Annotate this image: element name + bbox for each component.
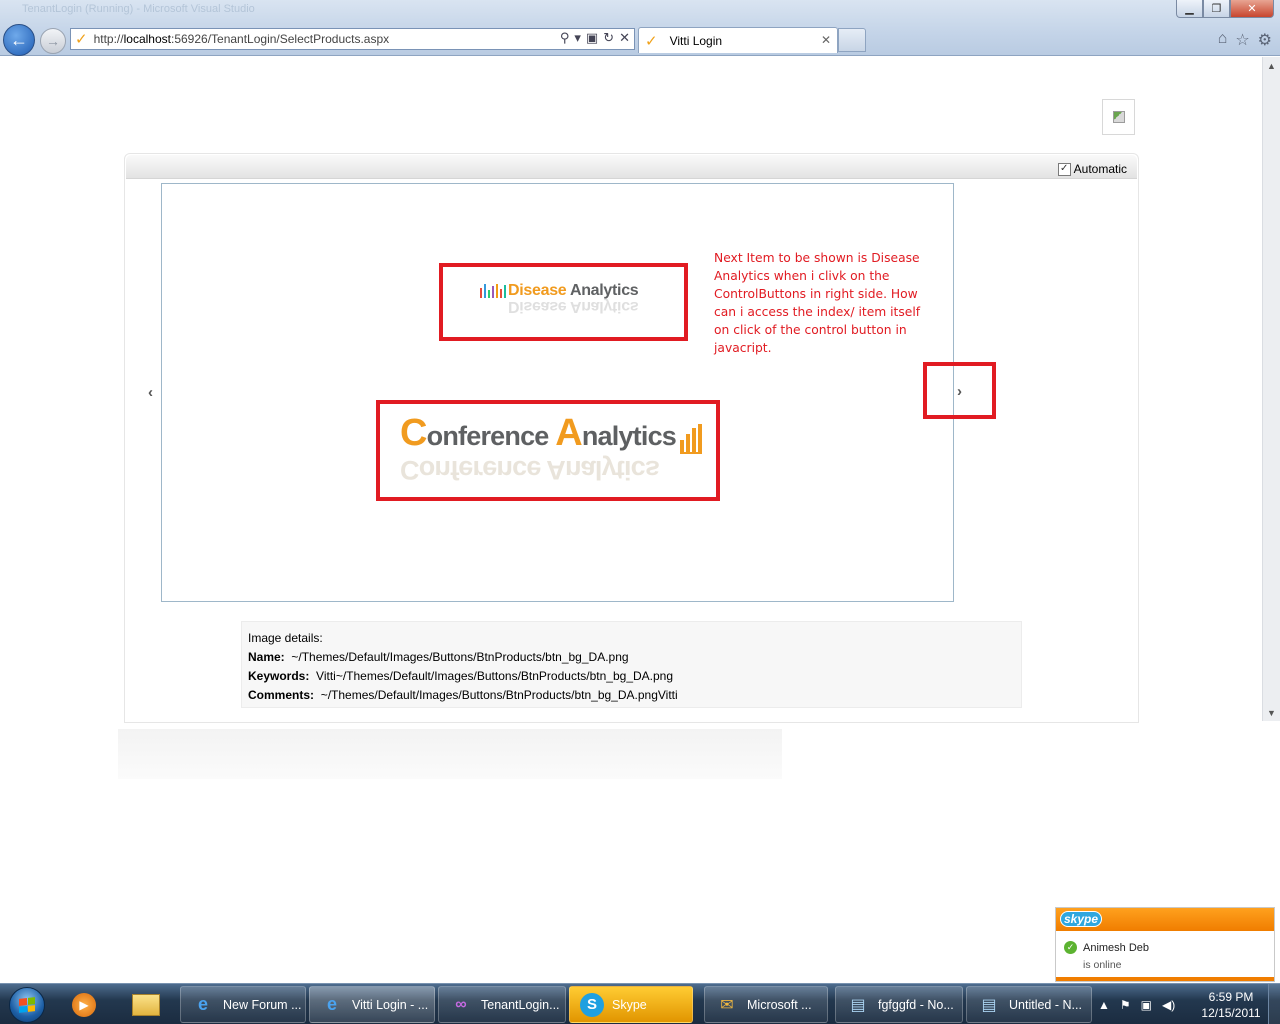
annotation-note: Next Item to be shown is Disease Analyti… xyxy=(714,251,921,355)
new-tab-button[interactable] xyxy=(838,28,866,52)
tab-check-icon: ✓ xyxy=(645,32,658,50)
windows-logo-icon xyxy=(9,987,45,1023)
contact-status: is online xyxy=(1083,959,1122,971)
network-icon[interactable]: ▣ xyxy=(1141,998,1152,1012)
taskbar-item-label: Vitti Login - ... xyxy=(352,997,429,1012)
automatic-checkbox[interactable]: ✓ xyxy=(1057,162,1071,176)
address-tools: ⚲ ▾ ▣ ↻ ✕ xyxy=(560,30,630,46)
clock-time: 6:59 PM xyxy=(1208,990,1254,1004)
system-tray: ▲ ⚑ ▣ ◀) xyxy=(1098,990,1175,1020)
media-player-pin[interactable]: ▶ xyxy=(62,988,106,1022)
gear-icon[interactable]: ⚙ xyxy=(1258,30,1272,50)
rotator-header: ✓ Automatic xyxy=(126,155,1137,179)
notepad-icon: ▤ xyxy=(850,996,866,1014)
show-desktop-button[interactable] xyxy=(1268,984,1280,1024)
skype-popup-header: skype xyxy=(1056,908,1274,931)
skype-taskbar-icon: S xyxy=(578,991,606,1019)
image-details-panel: Image details: Name: ~/Themes/Default/Im… xyxy=(241,621,1022,708)
taskbar-item-label: Skype xyxy=(612,997,647,1012)
skype-popup-footer xyxy=(1056,977,1274,981)
rotator-prev-button[interactable]: ‹ xyxy=(148,384,153,401)
footer-strip xyxy=(118,729,782,779)
forward-arrow-icon: → xyxy=(46,33,60,49)
site-check-icon: ✓ xyxy=(75,31,88,48)
automatic-label: Automatic xyxy=(1073,162,1127,176)
taskbar-item-label: Untitled - N... xyxy=(1009,997,1082,1012)
back-arrow-icon: ← xyxy=(10,29,28,50)
media-player-icon: ▶ xyxy=(72,993,96,1017)
skype-logo: skype xyxy=(1060,911,1103,927)
forward-button[interactable]: → xyxy=(40,28,66,54)
detail-comments-row: Comments: ~/Themes/Default/Images/Button… xyxy=(248,688,678,702)
taskbar-item-label: Microsoft ... xyxy=(747,997,812,1012)
taskbar-item-label: fgfggfd - No... xyxy=(878,997,954,1012)
window-titlebar: TenantLogin (Running) - Microsoft Visual… xyxy=(0,0,1280,20)
taskbar-item-tenantlogin[interactable]: ∞ TenantLogin... xyxy=(438,986,566,1023)
taskbar-item-outlook[interactable]: ✉ Microsoft ... xyxy=(704,986,828,1023)
browser-chrome: TenantLogin (Running) - Microsoft Visual… xyxy=(0,0,1280,56)
close-tab-icon[interactable]: ✕ xyxy=(821,33,831,47)
taskbar-item-notepad-2[interactable]: ▤ Untitled - N... xyxy=(966,986,1092,1023)
explorer-pin[interactable] xyxy=(124,988,168,1022)
address-url[interactable]: http://localhost:56926/TenantLogin/Selec… xyxy=(94,32,390,46)
address-bar[interactable]: ✓ http://localhost:56926/TenantLogin/Sel… xyxy=(70,28,635,50)
annotation-box-next-button xyxy=(923,362,996,419)
start-button[interactable] xyxy=(2,985,52,1024)
contact-name: Animesh Deb xyxy=(1083,942,1150,954)
detail-keywords-value: Vitti~/Themes/Default/Images/Buttons/Btn… xyxy=(316,669,674,683)
ie-icon: e xyxy=(197,994,208,1014)
window-controls: ▁ ❐ ✕ xyxy=(1176,0,1274,18)
show-hidden-icons-icon[interactable]: ▲ xyxy=(1098,998,1110,1012)
detail-comments-value: ~/Themes/Default/Images/Buttons/BtnProdu… xyxy=(320,688,678,702)
restore-button[interactable]: ❐ xyxy=(1203,0,1230,18)
image-icon xyxy=(1112,111,1125,123)
folder-icon xyxy=(132,994,160,1016)
minimize-button[interactable]: ▁ xyxy=(1176,0,1203,18)
skype-popup-body: ✓ Animesh Deb is online xyxy=(1056,931,1274,971)
scroll-up-icon[interactable]: ▲ xyxy=(1263,57,1280,74)
close-window-button[interactable]: ✕ xyxy=(1230,0,1274,18)
taskbar-item-label: TenantLogin... xyxy=(481,997,560,1012)
favorites-star-icon[interactable]: ☆ xyxy=(1235,30,1249,50)
taskbar-item-vitti-login[interactable]: e Vitti Login - ... xyxy=(309,986,435,1023)
taskbar-item-skype[interactable]: S Skype xyxy=(569,986,693,1023)
taskbar-item-new-forum[interactable]: e New Forum ... xyxy=(180,986,306,1023)
search-icon[interactable]: ⚲ xyxy=(560,30,570,46)
scroll-down-icon[interactable]: ▼ xyxy=(1263,704,1280,721)
refresh-icon[interactable]: ↻ xyxy=(603,30,614,46)
detail-keywords-row: Keywords: Vitti~/Themes/Default/Images/B… xyxy=(248,669,674,683)
automatic-toggle[interactable]: ✓ Automatic xyxy=(1057,162,1127,176)
system-clock[interactable]: 6:59 PM 12/15/2011 xyxy=(1196,989,1266,1021)
browser-right-icons: ⌂ ☆ ⚙ xyxy=(1218,30,1272,50)
tab-vitti-login[interactable]: ✓ Vitti Login ✕ xyxy=(638,27,838,53)
taskbar-item-label: New Forum ... xyxy=(223,997,302,1012)
dropdown-icon[interactable]: ▾ xyxy=(574,30,581,46)
vertical-scrollbar[interactable]: ▲ ▼ xyxy=(1262,57,1280,721)
taskbar: ▶ e New Forum ... e Vitti Login - ... ∞ … xyxy=(0,983,1280,1024)
back-button[interactable]: ← xyxy=(3,24,35,56)
notepad-icon: ▤ xyxy=(981,996,997,1014)
broken-image-placeholder xyxy=(1102,99,1135,135)
online-status-icon: ✓ xyxy=(1064,941,1077,954)
detail-name-row: Name: ~/Themes/Default/Images/Buttons/Bt… xyxy=(248,650,629,664)
compat-view-icon[interactable]: ▣ xyxy=(586,30,598,46)
action-center-flag-icon[interactable]: ⚑ xyxy=(1120,998,1131,1012)
home-icon[interactable]: ⌂ xyxy=(1218,30,1228,50)
ie-icon: e xyxy=(326,994,337,1014)
tab-label: Vitti Login xyxy=(669,33,723,48)
annotation-box-conference xyxy=(376,400,720,501)
outlook-icon: ✉ xyxy=(720,996,734,1014)
image-details-heading: Image details: xyxy=(248,631,323,645)
rotator-viewport xyxy=(161,183,954,602)
annotation-box-disease xyxy=(439,263,688,341)
taskbar-item-notepad-1[interactable]: ▤ fgfggfd - No... xyxy=(835,986,963,1023)
clock-date: 12/15/2011 xyxy=(1201,1006,1261,1020)
window-title: TenantLogin (Running) - Microsoft Visual… xyxy=(22,3,255,15)
volume-icon[interactable]: ◀) xyxy=(1162,998,1175,1012)
stop-icon[interactable]: ✕ xyxy=(619,30,630,46)
skype-notification[interactable]: skype ✓ Animesh Deb is online xyxy=(1055,907,1275,982)
visual-studio-icon: ∞ xyxy=(455,995,467,1013)
detail-name-value: ~/Themes/Default/Images/Buttons/BtnProdu… xyxy=(291,650,629,664)
